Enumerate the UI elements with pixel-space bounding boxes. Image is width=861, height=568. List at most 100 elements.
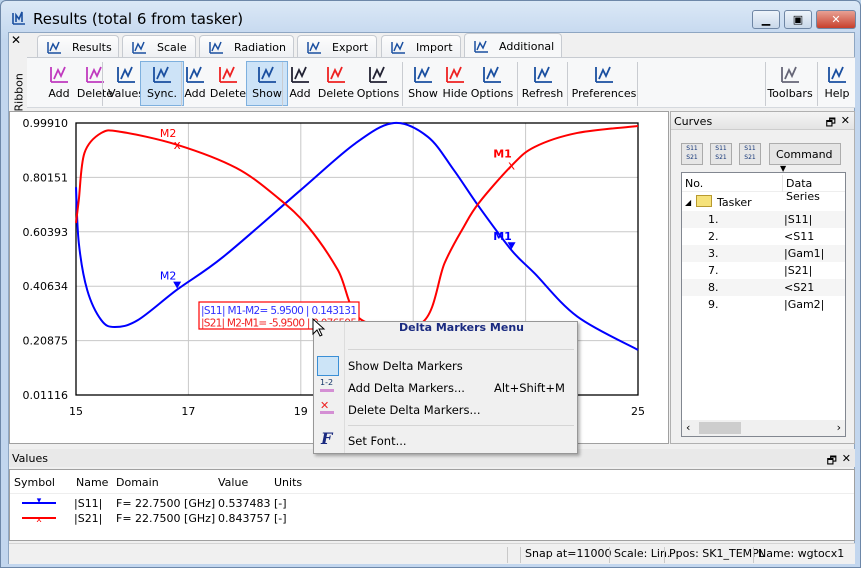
ribbon-close-button[interactable]: ✕ (11, 33, 25, 47)
close-button[interactable]: ✕ (816, 10, 856, 29)
sort-series-button[interactable]: S11 S21 (681, 143, 703, 165)
scrollbar-thumb[interactable] (699, 422, 741, 434)
tab-additional[interactable]: Additional (464, 33, 562, 58)
values-column-value[interactable]: Value (218, 476, 248, 489)
menu-item-set-font[interactable]: Set Font... (348, 434, 407, 448)
curves-panel-title: Curves (674, 115, 713, 128)
button-label: Delete (209, 87, 247, 100)
value-name: |S21| (74, 512, 103, 525)
options-button[interactable]: Options (466, 61, 518, 106)
menu-item-add-delta-markers[interactable]: Add Delta Markers... (348, 381, 465, 395)
group-label: Tasker (717, 196, 752, 209)
tab-results[interactable]: Results (37, 35, 119, 58)
radiation-tab-icon (209, 41, 223, 54)
window-title: Results (total 6 from tasker) (33, 10, 244, 28)
client-area: ✕ Ribbon Results Scale Radiation Export Impo… (8, 32, 855, 564)
toolbars-button[interactable]: Toolbars (763, 61, 817, 106)
curve-row[interactable]: 7. |S21| (682, 262, 845, 279)
values-row[interactable]: x |S21| F= 22.7500 [GHz] 0.843757 [-] (10, 511, 854, 526)
curve-no: 1. (708, 213, 719, 226)
status-scale: Scale: Lin. (609, 547, 670, 563)
delete-delta-icon: ✕ (320, 400, 334, 414)
menu-item-delete-delta-markers[interactable]: Delete Delta Markers... (348, 403, 481, 417)
values-list: Symbol Name Domain Value Units ▾ |S11| F= 22.… (9, 469, 855, 541)
value-domain: F= 22.7500 [GHz] (116, 512, 216, 525)
tab-label: Scale (157, 40, 187, 54)
add-delta-icon (186, 66, 204, 83)
float-icon[interactable]: 🗗 (826, 114, 836, 133)
mouse-cursor-icon (312, 318, 326, 337)
curve-row[interactable]: 2. <S11 (682, 228, 845, 245)
deselect-series-button[interactable]: S11 S21 (739, 143, 761, 165)
scale-tab-icon (132, 41, 146, 54)
toolbar-separator (102, 62, 103, 106)
toolbar-separator (765, 62, 766, 106)
import-tab-icon (391, 41, 405, 54)
curve-no: 9. (708, 298, 719, 311)
column-header-series[interactable]: Data Series (782, 175, 845, 203)
curve-no: 2. (708, 230, 719, 243)
options-button[interactable]: Options (352, 61, 404, 106)
command-dropdown[interactable]: Command ▼ (769, 143, 841, 173)
curve-series: <S11 (784, 230, 815, 243)
app-icon (12, 11, 25, 25)
toolbar-separator (637, 62, 638, 106)
curve-row[interactable]: 8. <S21 (682, 279, 845, 296)
menu-item-show-delta-markers[interactable]: Show Delta Markers (348, 359, 463, 373)
scroll-right-icon[interactable]: › (837, 421, 841, 434)
select-all-series-button[interactable]: S11 S21 (710, 143, 732, 165)
values-column-domain[interactable]: Domain (116, 476, 159, 489)
button-label: Help (824, 87, 850, 100)
curve-series: |Gam2| (784, 298, 825, 311)
ribbon-side-label[interactable]: Ribbon (13, 64, 26, 111)
series-symbol-icon: x (22, 515, 56, 525)
marker-label: M2 (160, 127, 177, 140)
x-tick-label: 17 (181, 405, 195, 418)
maximize-button[interactable]: ▣ (784, 10, 812, 29)
tab-radiation[interactable]: Radiation (199, 35, 294, 58)
add-button[interactable]: Add (283, 61, 317, 106)
delete-button[interactable]: Delete (206, 61, 250, 106)
show-delta-icon (317, 356, 339, 376)
show-button[interactable]: Show (405, 61, 441, 106)
tab-label: Import (416, 40, 453, 54)
button-label: Show (252, 87, 282, 100)
values-column-symbol[interactable]: Symbol (14, 476, 55, 489)
add-button[interactable]: Add (43, 61, 75, 106)
curve-row[interactable]: 1. |S11| (682, 211, 845, 228)
expand-icon[interactable]: ◢ (685, 198, 691, 207)
tab-scale[interactable]: Scale (122, 35, 196, 58)
y-tick-label: 0.01116 (23, 389, 69, 402)
values-column-name[interactable]: Name (76, 476, 108, 489)
close-icon[interactable]: ✕ (842, 452, 851, 465)
x-tick-label: 19 (294, 405, 308, 418)
value-units: [-] (274, 497, 287, 510)
curves-tree: No. Data Series ◢ Tasker 1. |S11| 2. <S11 3. |G… (681, 172, 846, 437)
marker-x-icon: x (174, 138, 181, 152)
button-label: Preferences (571, 87, 637, 100)
tab-label: Results (72, 40, 112, 54)
close-icon[interactable]: ✕ (841, 114, 850, 127)
tree-group-tasker[interactable]: ◢ Tasker (682, 194, 845, 211)
curve-row[interactable]: 9. |Gam2| (682, 296, 845, 313)
minimize-button[interactable]: ▁ (752, 10, 780, 29)
horizontal-scrollbar[interactable]: ‹ › (682, 420, 845, 436)
delete-text-icon (327, 66, 345, 83)
button-label: Hide (442, 87, 468, 100)
column-header-no[interactable]: No. (685, 177, 703, 190)
curve-no: 8. (708, 281, 719, 294)
toolbar-separator (181, 62, 182, 106)
tab-export[interactable]: Export (297, 35, 377, 58)
series-line-s21 (75, 125, 639, 330)
button-label: Toolbars (767, 87, 813, 100)
folder-icon (696, 195, 712, 207)
values-column-units[interactable]: Units (274, 476, 302, 489)
tab-import[interactable]: Import (381, 35, 461, 58)
values-row[interactable]: ▾ |S11| F= 22.7500 [GHz] 0.537483 [-] (10, 496, 854, 511)
scroll-left-icon[interactable]: ‹ (686, 421, 690, 434)
curve-row[interactable]: 3. |Gam1| (682, 245, 845, 262)
refresh-button[interactable]: Refresh (516, 61, 569, 106)
help-button[interactable]: Help (819, 61, 855, 106)
preferences-button[interactable]: Preferences (568, 61, 640, 106)
tab-label: Radiation (234, 40, 286, 54)
